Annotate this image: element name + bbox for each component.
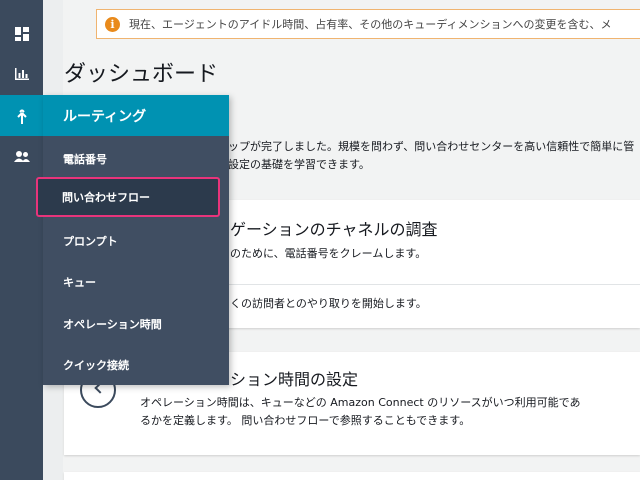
notice-text: 現在、エージェントのアイドル時間、占有率、その他のキューディメンションへの変更を…	[129, 18, 612, 31]
menu-item-contact-flows[interactable]: 問い合わせフロー	[36, 177, 220, 217]
notice-banner: i 現在、エージェントのアイドル時間、占有率、その他のキューディメンションへの変…	[96, 9, 640, 39]
bar-chart-icon	[14, 68, 29, 80]
routing-nav-button[interactable]	[0, 95, 43, 136]
menu-item-prompts[interactable]: プロンプト	[43, 226, 229, 256]
intro-line-1: ップが完了しました。規模を問わず、問い合わせセンターを高い信頼性で簡単に管	[228, 140, 635, 153]
menu-item-hours-of-operation[interactable]: オペレーション時間	[43, 309, 229, 339]
intro-text: ップが完了しました。規模を問わず、問い合わせセンターを高い信頼性で簡単に管 設定…	[228, 138, 640, 174]
routing-menu-header[interactable]: ルーティング	[43, 95, 229, 136]
channel-phone-text: のために、電話番号をクレームします。	[230, 247, 427, 260]
dashboard-icon	[14, 27, 29, 41]
menu-item-quick-connects[interactable]: クイック接続	[43, 350, 229, 380]
left-nav-rail	[0, 0, 43, 480]
dashboard-nav-button[interactable]	[0, 14, 43, 54]
menu-item-queues[interactable]: キュー	[43, 267, 229, 297]
hours-desc-line-1: オペレーション時間は、キューなどの Amazon Connect のリソースがい…	[140, 396, 581, 409]
users-icon	[13, 151, 30, 162]
hours-desc-line-2: るかを定義します。 問い合わせフローで参照することもできます。	[140, 414, 471, 427]
channel-chat-text: くの訪問者とのやり取りを開始します。	[230, 297, 427, 310]
hours-card-heading: ション時間の設定	[230, 370, 359, 389]
intro-line-2: 設定の基礎を学習できます。	[228, 158, 370, 171]
routing-icon	[16, 108, 27, 124]
users-nav-button[interactable]	[0, 137, 43, 177]
page-title: ダッシュボード	[64, 62, 219, 87]
metrics-nav-button[interactable]	[0, 54, 43, 94]
channel-card-heading: ゲーションのチャネルの調査	[230, 220, 438, 239]
next-card	[64, 472, 640, 480]
info-icon: i	[105, 16, 120, 32]
menu-item-phone-numbers[interactable]: 電話番号	[43, 144, 229, 174]
routing-dropdown-menu: ルーティング 電話番号 問い合わせフロー プロンプト キュー オペレーション時間…	[36, 95, 229, 385]
